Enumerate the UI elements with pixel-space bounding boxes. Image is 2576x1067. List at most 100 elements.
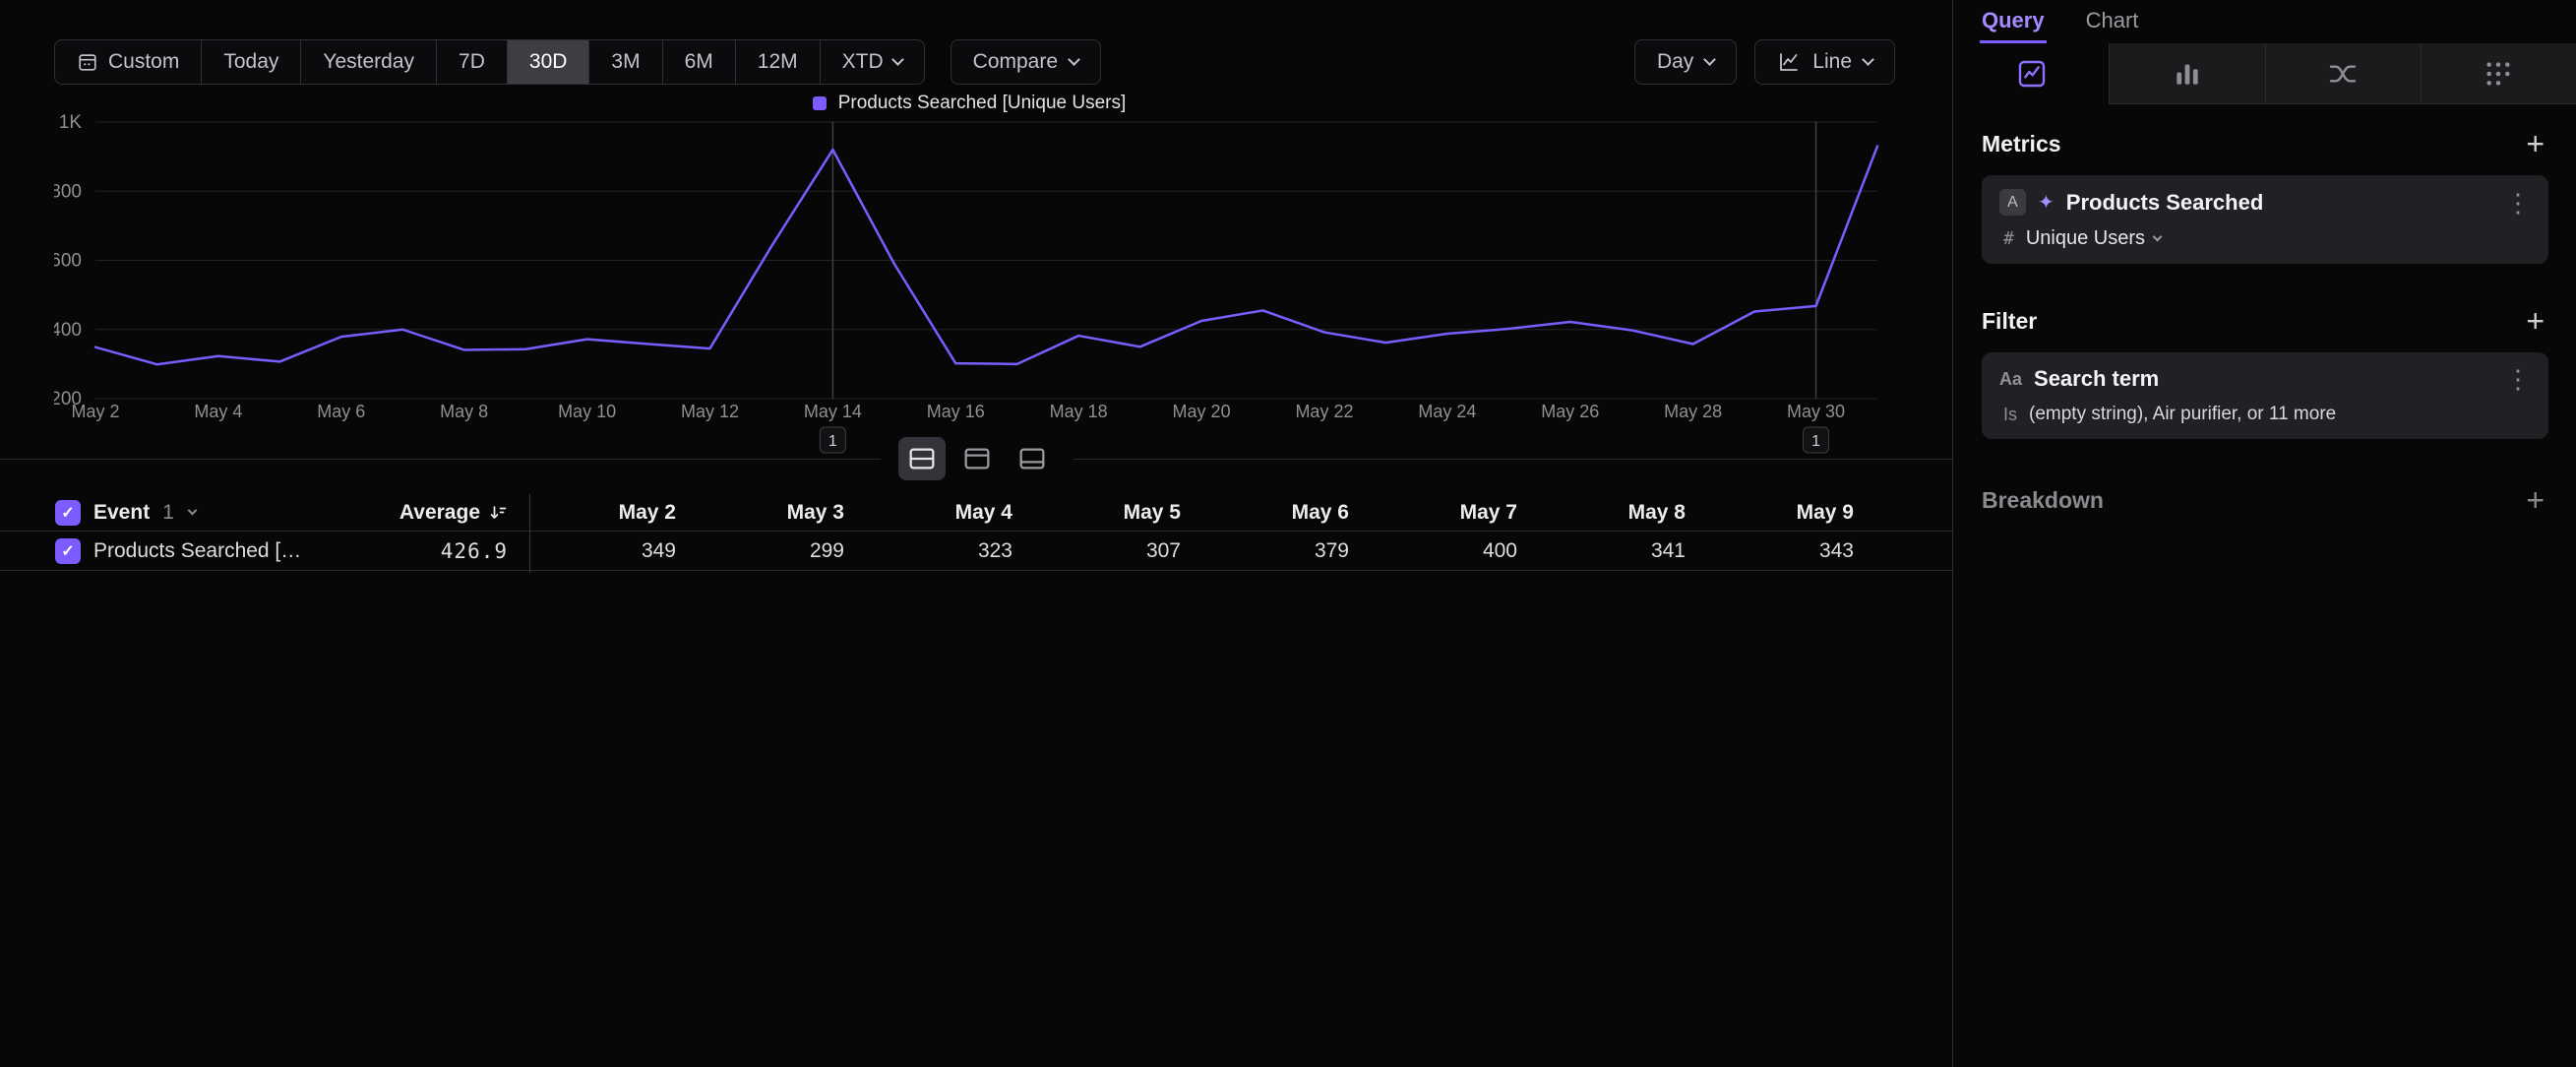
x-tick-label: May 26 (1541, 402, 1599, 421)
line-chart: 2004006008001K11May 2May 4May 6May 8May … (54, 114, 1884, 461)
x-tick-label: May 4 (194, 402, 242, 421)
x-tick-label: May 22 (1295, 402, 1353, 421)
hash-icon: # (2003, 228, 2014, 249)
date-range-yesterday[interactable]: Yesterday (301, 40, 437, 84)
insights-chart-icon (2016, 58, 2048, 90)
chart-legend[interactable]: Products Searched [Unique Users] (54, 93, 1884, 114)
add-breakdown-button[interactable]: + (2522, 484, 2548, 516)
layout-toggle-pill (881, 437, 1073, 480)
y-tick-label: 400 (54, 320, 82, 341)
filter-card[interactable]: Aa Search term ⋮ Is (empty string), Air … (1982, 352, 2548, 439)
filter-operator: Is (2003, 405, 2017, 425)
date-range-3m[interactable]: 3M (589, 40, 662, 84)
add-filter-button[interactable]: + (2522, 305, 2548, 337)
metric-card-aggregation-row: # Unique Users (1999, 227, 2531, 250)
calendar-icon (77, 51, 98, 73)
x-tick-label: May 8 (440, 402, 488, 421)
metric-card[interactable]: A ✦ Products Searched ⋮ # Unique Users (1982, 175, 2548, 264)
query-builder-sidebar: Query Chart (1954, 0, 2576, 1067)
average-sort-control[interactable]: Average (399, 501, 508, 525)
filter-section: Filter + Aa Search term ⋮ Is (empty stri… (1982, 305, 2548, 439)
filter-card-condition-row: Is (empty string), Air purifier, or 11 m… (1999, 404, 2531, 425)
date-column-header: May 6 (1202, 501, 1371, 525)
value-cell: 379 (1202, 539, 1371, 563)
aggregation-dropdown[interactable]: Unique Users (2026, 227, 2161, 250)
chart-type-dropdown[interactable]: Line (1754, 39, 1895, 85)
tab-chart[interactable]: Chart (2084, 0, 2141, 43)
filter-property-name: Search term (2034, 366, 2493, 392)
date-range-12m[interactable]: 12M (736, 40, 821, 84)
date-range-picker: Custom Today Yesterday 7D 30D 3M 6M 12M … (54, 39, 925, 85)
x-tick-label: May 24 (1418, 402, 1476, 421)
frozen-column-divider (529, 494, 530, 573)
y-tick-label: 600 (54, 251, 82, 272)
date-range-custom[interactable]: Custom (55, 40, 202, 84)
tab-query[interactable]: Query (1980, 0, 2047, 43)
chevron-down-icon (1703, 53, 1716, 66)
average-header-label: Average (399, 501, 480, 525)
metric-letter-badge: A (1999, 189, 2026, 216)
metric-kebab-menu[interactable]: ⋮ (2505, 190, 2531, 216)
chevron-down-icon (2153, 231, 2163, 241)
value-cell: 400 (1371, 539, 1539, 563)
add-metric-button[interactable]: + (2522, 128, 2548, 159)
value-cell: 307 (1034, 539, 1202, 563)
x-tick-label: May 6 (317, 402, 365, 421)
date-range-today[interactable]: Today (202, 40, 301, 84)
compare-button[interactable]: Compare (951, 39, 1101, 85)
x-tick-label: May 10 (558, 402, 616, 421)
select-all-checkbox[interactable]: ✓ (55, 500, 81, 526)
breakdown-section: Breakdown + (1982, 484, 2548, 516)
filter-kebab-menu[interactable]: ⋮ (2505, 366, 2531, 392)
date-range-label: Custom (108, 50, 179, 74)
breakdown-heading: Breakdown (1982, 487, 2104, 514)
chevron-down-icon (891, 53, 904, 66)
layout-chart-view-button[interactable] (953, 437, 1001, 480)
report-type-tabs (1954, 43, 2576, 104)
report-main-panel: Custom Today Yesterday 7D 30D 3M 6M 12M … (0, 0, 1953, 1067)
row-checkbox[interactable]: ✓ (55, 538, 81, 564)
date-range-xtd[interactable]: XTD (821, 40, 924, 84)
report-toolbar: Custom Today Yesterday 7D 30D 3M 6M 12M … (54, 39, 1895, 85)
date-range-30d[interactable]: 30D (508, 40, 590, 84)
date-column-header: May 7 (1371, 501, 1539, 525)
date-column-header: May 4 (866, 501, 1034, 525)
date-column-header: May 8 (1539, 501, 1707, 525)
event-header-cell[interactable]: ✓ Event 1 (55, 500, 321, 526)
query-builder-content: Metrics + A ✦ Products Searched ⋮ # Uniq… (1954, 104, 2576, 539)
metric-card-main-row: A ✦ Products Searched ⋮ (1999, 189, 2531, 216)
date-column-header: May 5 (1034, 501, 1202, 525)
value-cell: 299 (698, 539, 866, 563)
series-name: Products Searched [Un... (93, 539, 305, 563)
x-tick-label: May 16 (927, 402, 985, 421)
report-type-funnels-tab[interactable] (2109, 43, 2264, 104)
compare-label: Compare (973, 50, 1058, 74)
value-cell: 349 (529, 539, 698, 563)
value-cell: 343 (1707, 539, 1875, 563)
date-range-7d[interactable]: 7D (437, 40, 508, 84)
results-table: ✓ Event 1 Average May 2 May 3 (0, 494, 1953, 571)
series-line (95, 147, 1877, 365)
granularity-dropdown[interactable]: Day (1634, 39, 1737, 85)
filter-value[interactable]: (empty string), Air purifier, or 11 more (2029, 404, 2336, 425)
text-property-icon: Aa (1999, 369, 2022, 390)
series-name-cell: ✓ Products Searched [Un... (55, 538, 321, 564)
report-type-insights-tab[interactable] (1954, 43, 2109, 104)
report-type-flows-tab[interactable] (2265, 43, 2421, 104)
y-tick-label: 1K (59, 114, 83, 133)
x-tick-label: May 20 (1173, 402, 1231, 421)
legend-swatch (813, 96, 827, 110)
report-type-retention-tab[interactable] (2421, 43, 2576, 104)
check-icon: ✓ (61, 503, 74, 523)
date-range-6m[interactable]: 6M (663, 40, 736, 84)
granularity-label: Day (1657, 50, 1693, 74)
flows-icon (2327, 58, 2359, 90)
y-tick-label: 800 (54, 181, 82, 202)
line-chart-icon (1777, 50, 1801, 74)
x-tick-label: May 14 (804, 402, 862, 421)
value-cell: 323 (866, 539, 1034, 563)
layout-split-view-button[interactable] (898, 437, 946, 480)
x-tick-label: May 18 (1050, 402, 1108, 421)
layout-table-view-button[interactable] (1009, 437, 1056, 480)
date-column-header: May 9 (1707, 501, 1875, 525)
